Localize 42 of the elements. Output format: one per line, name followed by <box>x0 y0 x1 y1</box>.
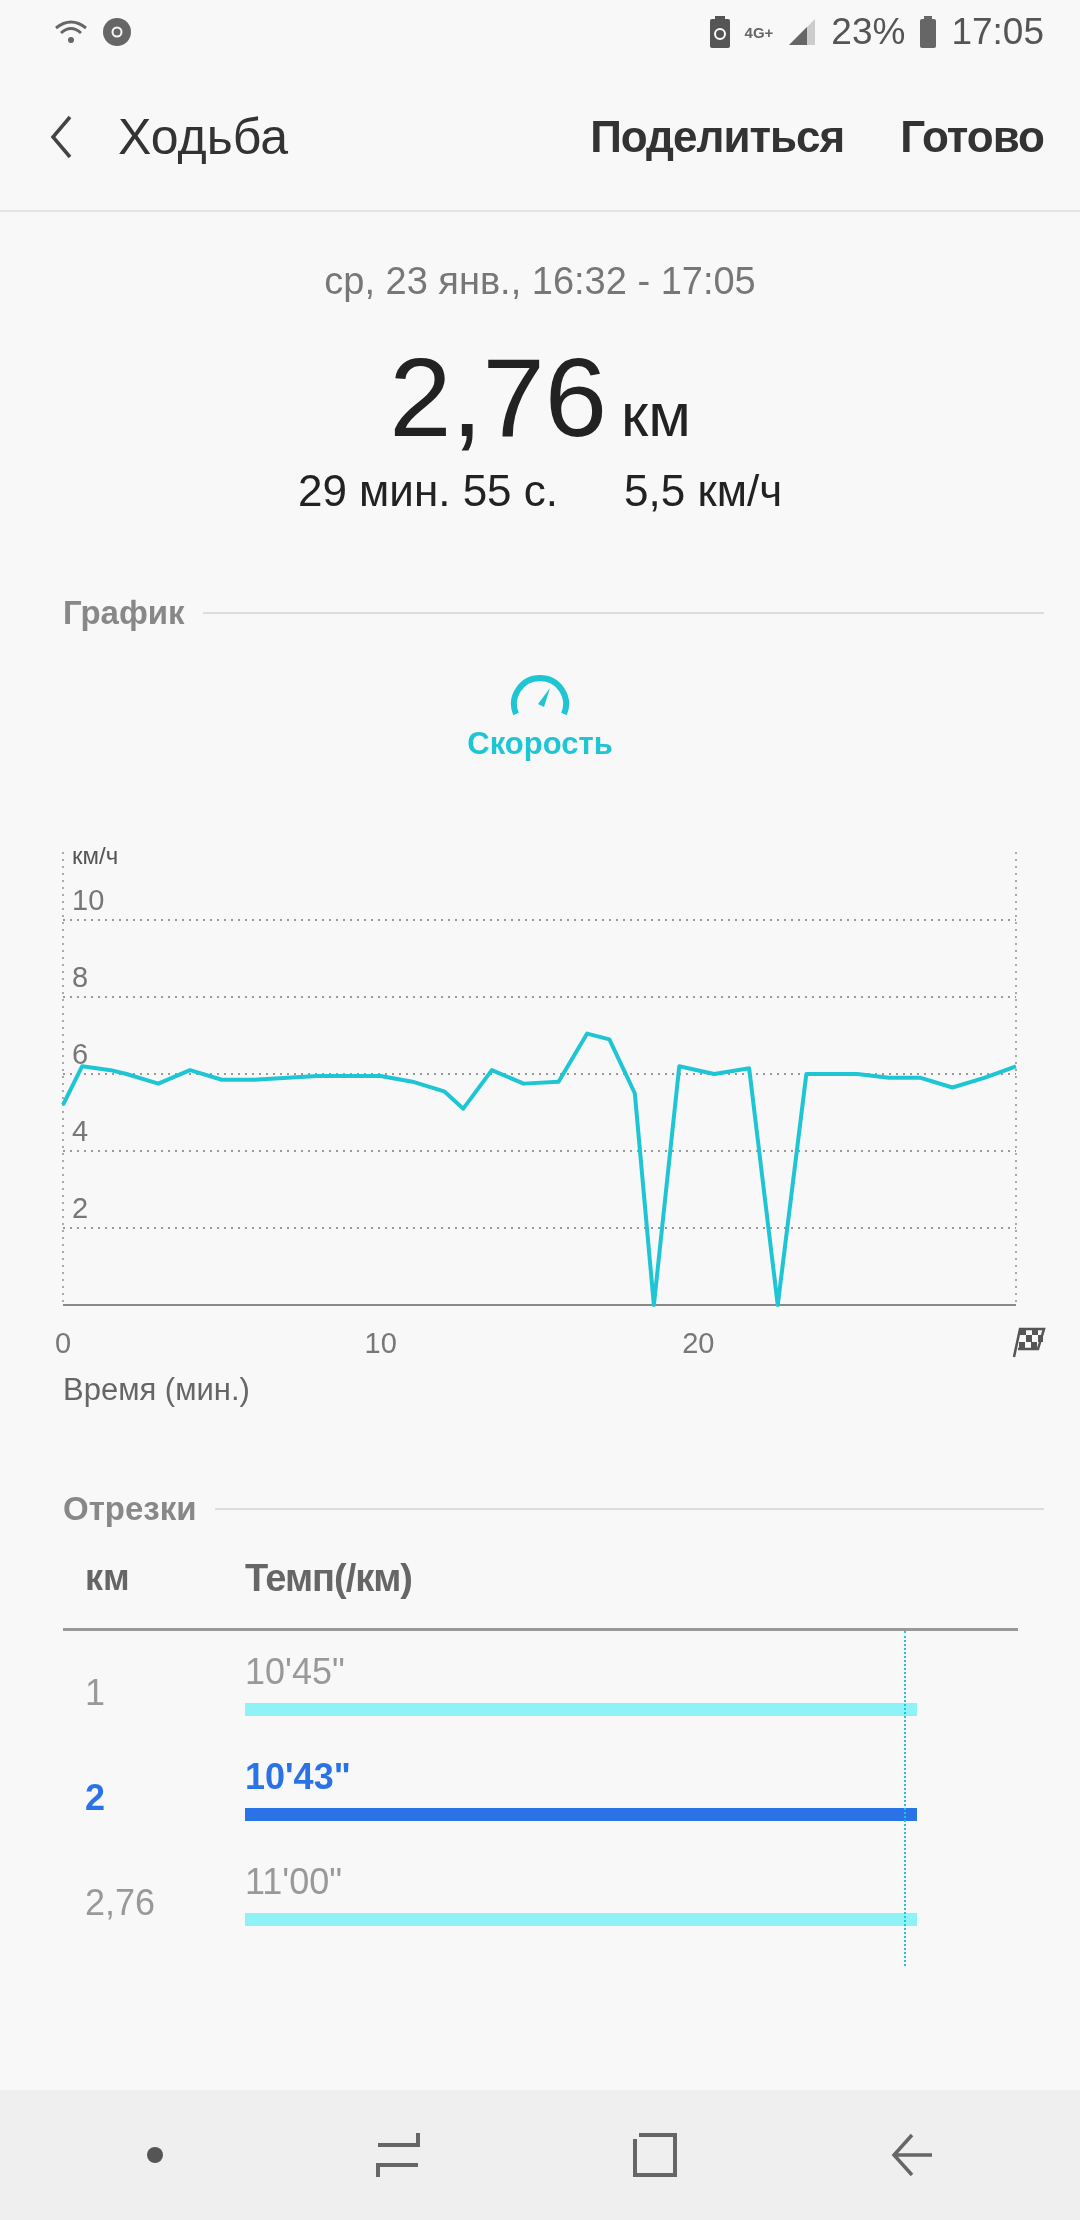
average-speed: 5,5 км/ч <box>624 466 783 516</box>
browser-icon <box>102 17 132 47</box>
y-tick-label: 2 <box>72 1192 89 1224</box>
x-tick-label: 20 <box>682 1327 715 1359</box>
screen-title: Ходьба <box>118 108 289 166</box>
done-button[interactable]: Готово <box>900 112 1044 162</box>
x-tick-label: 0 <box>54 1327 72 1359</box>
split-km: 2 <box>84 1776 107 1819</box>
split-km: 1 <box>84 1671 107 1714</box>
date-range: ср, 23 янв., 16:32 - 17:05 <box>323 260 757 303</box>
signal-icon <box>787 17 818 47</box>
y-tick-label: 4 <box>72 1115 89 1147</box>
clock: 17:05 <box>951 11 1044 53</box>
distance-value: 2,76 <box>389 334 608 462</box>
battery-icon <box>919 16 938 48</box>
back-icon[interactable] <box>889 2133 934 2177</box>
wifi-icon <box>54 18 88 46</box>
split-pace: 11'00" <box>245 1861 344 1903</box>
split-km: 2,76 <box>84 1881 157 1924</box>
section-title: График <box>63 594 185 632</box>
split-pace: 10'43" <box>245 1756 352 1798</box>
axis-unit: км/ч <box>72 842 119 869</box>
y-tick-label: 6 <box>72 1038 89 1070</box>
battery-percent: 23% <box>831 11 906 53</box>
duration: 29 мин. 55 с. <box>297 466 559 516</box>
network-type: 4G+ <box>744 23 774 41</box>
finish-flag-icon <box>1012 1327 1046 1358</box>
column-header: Темп(/км) <box>245 1556 412 1600</box>
back-icon[interactable] <box>50 115 74 159</box>
y-tick-label: 10 <box>72 884 105 916</box>
column-header: км <box>84 1557 131 1599</box>
battery-saver-icon <box>708 16 731 48</box>
split-pace: 10'45" <box>245 1651 346 1693</box>
dot-icon[interactable] <box>146 2147 163 2163</box>
y-tick-label: 8 <box>72 961 89 993</box>
section-title: Отрезки <box>63 1490 197 1528</box>
recent-apps-icon[interactable] <box>375 2131 420 2179</box>
x-tick-label: 10 <box>364 1327 397 1359</box>
x-axis-title: Время (мин.) <box>62 1372 251 1408</box>
home-icon[interactable] <box>632 2133 677 2177</box>
distance-unit: км <box>621 379 691 450</box>
share-button[interactable]: Поделиться <box>590 112 845 162</box>
